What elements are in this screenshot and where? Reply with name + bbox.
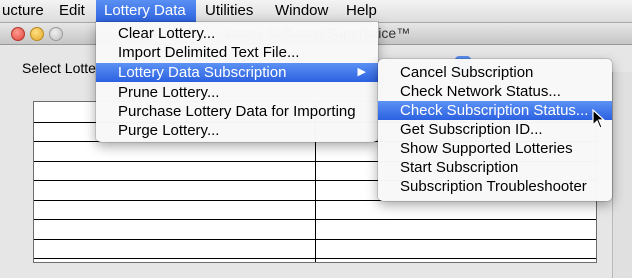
menu-item-get-subscription-id[interactable]: Get Subscription ID... bbox=[378, 120, 612, 139]
menu-bar: ucture Edit Lottery Data Utilities Windo… bbox=[0, 0, 632, 23]
menu-item-label: Import Delimited Text File... bbox=[118, 44, 300, 61]
menu-lottery-data[interactable]: Lottery Data bbox=[96, 0, 196, 22]
menu-item-label: Purge Lottery... bbox=[118, 122, 220, 139]
close-button[interactable] bbox=[11, 27, 25, 41]
select-lottery-label: Select Lotte bbox=[22, 60, 96, 76]
menu-item-purge-lottery[interactable]: Purge Lottery... bbox=[96, 121, 378, 140]
menu-structure-label: ucture bbox=[2, 2, 44, 19]
menu-item-label: Start Subscription bbox=[400, 159, 519, 176]
menu-structure[interactable]: ucture bbox=[0, 0, 44, 22]
menu-item-label: Prune Lottery... bbox=[118, 84, 220, 101]
zoom-button[interactable] bbox=[49, 27, 63, 41]
menu-item-cancel-subscription[interactable]: Cancel Subscription bbox=[378, 63, 612, 82]
grid-row-line bbox=[34, 219, 596, 220]
menu-item-label: Check Network Status... bbox=[400, 83, 561, 100]
menu-item-label: Clear Lottery... bbox=[118, 25, 216, 42]
subscription-submenu: Cancel Subscription Check Network Status… bbox=[378, 59, 612, 201]
menu-item-subscription-troubleshooter[interactable]: Subscription Troubleshooter bbox=[378, 177, 612, 196]
menu-lottery-data-label: Lottery Data bbox=[104, 2, 186, 19]
vertical-scrollbar[interactable] bbox=[612, 72, 632, 278]
submenu-arrow-icon: ▶ bbox=[357, 66, 366, 78]
menu-item-label: Get Subscription ID... bbox=[400, 121, 543, 138]
menu-item-label: Purchase Lottery Data for Importing bbox=[118, 103, 356, 120]
menu-edit[interactable]: Edit bbox=[59, 0, 85, 22]
menu-item-clear-lottery[interactable]: Clear Lottery... bbox=[96, 24, 378, 43]
menu-item-check-network-status[interactable]: Check Network Status... bbox=[378, 82, 612, 101]
menu-item-start-subscription[interactable]: Start Subscription bbox=[378, 158, 612, 177]
menu-item-label: Subscription Troubleshooter bbox=[400, 178, 587, 195]
menu-item-label: Check Subscription Status... bbox=[400, 102, 589, 119]
menu-edit-label: Edit bbox=[59, 2, 85, 19]
menu-window-label: Window bbox=[275, 2, 329, 19]
menu-utilities[interactable]: Utilities bbox=[205, 0, 253, 22]
menu-item-prune-lottery[interactable]: Prune Lottery... bbox=[96, 83, 378, 102]
menu-item-check-subscription-status[interactable]: Check Subscription Status... bbox=[378, 101, 612, 120]
menu-help[interactable]: Help bbox=[346, 0, 377, 22]
menu-item-lottery-data-subscription[interactable]: Lottery Data Subscription ▶ bbox=[96, 63, 378, 82]
menu-help-label: Help bbox=[346, 2, 377, 19]
grid-row-line bbox=[34, 239, 596, 240]
minimize-button[interactable] bbox=[30, 27, 44, 41]
menu-item-label: Lottery Data Subscription bbox=[118, 64, 287, 81]
mouse-pointer-icon bbox=[592, 109, 606, 129]
menu-item-purchase-lottery-data[interactable]: Purchase Lottery Data for Importing bbox=[96, 102, 378, 121]
lottery-data-menu: Clear Lottery... Import Delimited Text F… bbox=[96, 22, 378, 142]
grid-row-line bbox=[34, 258, 596, 259]
menu-utilities-label: Utilities bbox=[205, 2, 254, 19]
menu-item-label: Show Supported Lotteries bbox=[400, 140, 573, 157]
menu-item-label: Cancel Subscription bbox=[400, 64, 534, 81]
menu-item-show-supported-lotteries[interactable]: Show Supported Lotteries bbox=[378, 139, 612, 158]
menu-item-import-delimited[interactable]: Import Delimited Text File... bbox=[96, 43, 378, 62]
menu-window[interactable]: Window bbox=[275, 0, 328, 22]
